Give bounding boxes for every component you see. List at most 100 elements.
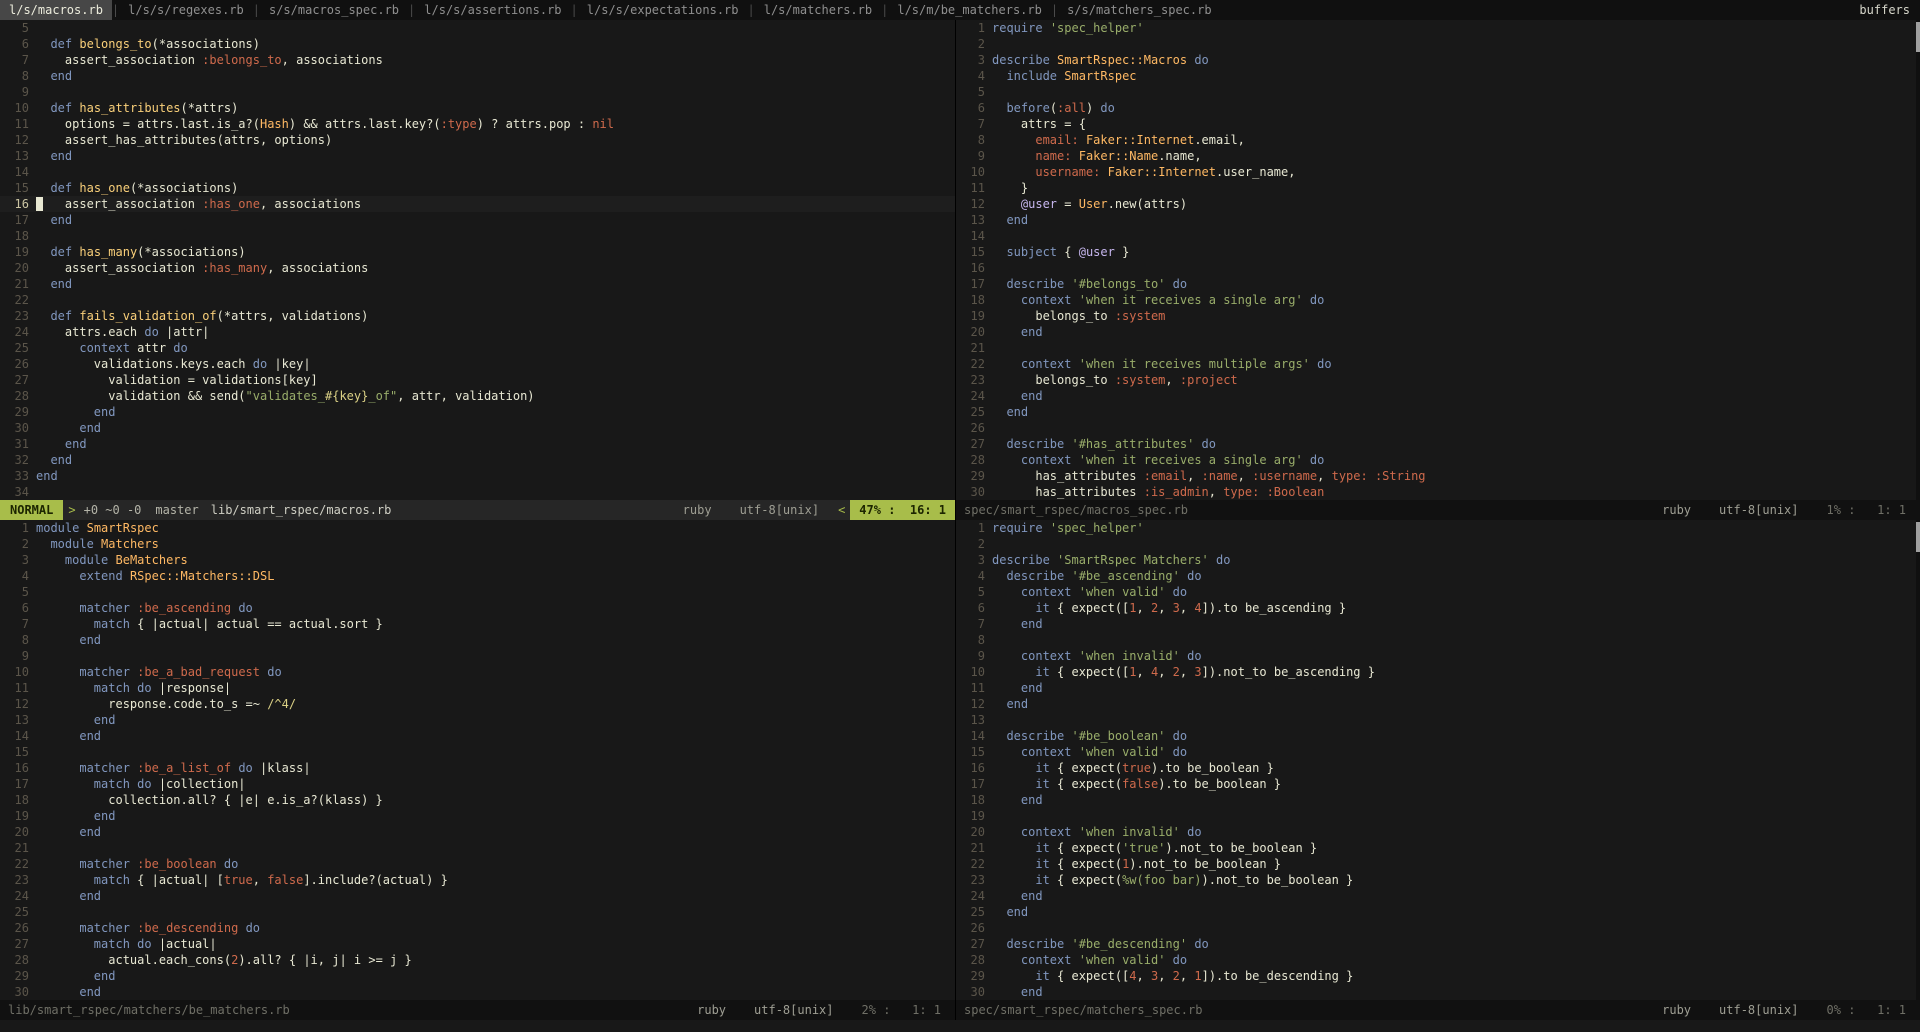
line-number: 11	[970, 681, 985, 695]
line-number: 15	[14, 745, 29, 759]
line-number: 3	[977, 553, 985, 567]
code-line: 33 end	[0, 468, 955, 484]
code-line: 9 context 'when invalid' do	[956, 648, 1920, 664]
line-number: 30	[14, 985, 29, 999]
code-line: 24 end	[0, 888, 955, 904]
tabline: l/s/macros.rb | l/s/s/regexes.rb | s/s/macro…	[0, 0, 1920, 20]
scrollbar-thumb[interactable]	[1916, 22, 1920, 52]
code-area-be-matchers[interactable]: 1 module SmartRspec 2 module Matchers 3 mod…	[0, 520, 955, 1000]
scrollbar[interactable]	[1916, 20, 1920, 500]
code-line: 14 end	[0, 728, 955, 744]
line-number: 2	[21, 537, 29, 551]
line-number: 15	[970, 745, 985, 759]
line-number: 7	[21, 53, 29, 67]
tab-l-s-s-regexes-rb[interactable]: l/s/s/regexes.rb	[119, 0, 253, 20]
filetype-indicator: ruby	[1662, 1003, 1692, 1017]
line-number: 16	[14, 197, 29, 211]
code-line: 8 end	[0, 68, 955, 84]
line-number: 13	[970, 213, 985, 227]
code-line: 27 match do |actual|	[0, 936, 955, 952]
line-number: 13	[14, 713, 29, 727]
line-number: 20	[14, 825, 29, 839]
code-line: 2	[956, 36, 1920, 52]
filetype-indicator: ruby	[682, 503, 712, 517]
line-number: 6	[977, 101, 985, 115]
pane-macros-spec: 1 require 'spec_helper' 2 3 describe SmartRs…	[956, 20, 1920, 500]
code-line: 22 it { expect(1).not_to be_boolean }	[956, 856, 1920, 872]
tab-s-s-macros-spec-rb[interactable]: s/s/macros_spec.rb	[260, 0, 408, 20]
tab-l-s-s-assertions-rb[interactable]: l/s/s/assertions.rb	[415, 0, 570, 20]
code-line: 1 require 'spec_helper'	[956, 520, 1920, 536]
scrollbar[interactable]	[1916, 520, 1920, 1000]
line-number: 6	[21, 601, 29, 615]
line-number: 4	[21, 569, 29, 583]
line-number: 21	[970, 341, 985, 355]
code-line: 10 it { expect([1, 4, 2, 3]).not_to be_a…	[956, 664, 1920, 680]
line-number: 19	[970, 309, 985, 323]
code-line: 28 actual.each_cons(2).all? { |i, j| i >…	[0, 952, 955, 968]
code-line: 12 end	[956, 696, 1920, 712]
tab-l-s-macros-rb[interactable]: l/s/macros.rb	[0, 0, 112, 20]
code-line: 11 end	[956, 680, 1920, 696]
line-number: 28	[970, 953, 985, 967]
code-area-macros[interactable]: 56 def belongs_to(*associations) 7 assert…	[0, 20, 955, 500]
code-line: 15 context 'when valid' do	[956, 744, 1920, 760]
code-line: 3 describe SmartRspec::Macros do	[956, 52, 1920, 68]
mode-indicator: NORMAL	[0, 500, 64, 520]
line-number: 13	[970, 713, 985, 727]
line-number: 18	[970, 793, 985, 807]
line-number: 25	[970, 405, 985, 419]
code-line: 7 attrs = {	[956, 116, 1920, 132]
line-number: 26	[14, 921, 29, 935]
line-number: 24	[14, 889, 29, 903]
code-line: 5	[0, 20, 955, 36]
line-number: 5	[977, 85, 985, 99]
code-line: 10 username: Faker::Internet.user_name,	[956, 164, 1920, 180]
code-line: 28 context 'when valid' do	[956, 952, 1920, 968]
code-line: 21	[0, 840, 955, 856]
code-line: 31 end	[0, 436, 955, 452]
file-path: lib/smart_rspec/matchers/be_matchers.rb	[8, 1003, 290, 1017]
code-line: 16 assert_association :has_one, associat…	[0, 196, 955, 212]
code-line: 15 def has_one(*associations)	[0, 180, 955, 196]
command-line[interactable]	[0, 1020, 1920, 1032]
tab-l-s-m-be-matchers-rb[interactable]: l/s/m/be_matchers.rb	[888, 0, 1051, 20]
code-line: 23 belongs_to :system, :project	[956, 372, 1920, 388]
line-number: 17	[970, 277, 985, 291]
tab-l-s-s-expectations-rb[interactable]: l/s/s/expectations.rb	[578, 0, 748, 20]
line-number: 6	[977, 601, 985, 615]
line-number: 8	[977, 133, 985, 147]
code-line: 5	[0, 584, 955, 600]
code-line: 30 has_attributes :is_admin, type: :Bool…	[956, 484, 1920, 500]
line-number: 14	[14, 165, 29, 179]
line-number: 21	[970, 841, 985, 855]
code-line: 12 response.code.to_s =~ /^4/	[0, 696, 955, 712]
code-line: 25 end	[956, 404, 1920, 420]
line-number: 22	[970, 357, 985, 371]
code-line: 14	[956, 228, 1920, 244]
code-line: 20 assert_association :has_many, associa…	[0, 260, 955, 276]
line-number: 11	[970, 181, 985, 195]
statusline-macros: NORMAL > +0 ~0 -0 master lib/smart_rspec…	[0, 500, 955, 520]
code-line: 19	[956, 808, 1920, 824]
code-area-macros-spec[interactable]: 1 require 'spec_helper' 2 3 describe SmartRs…	[956, 20, 1920, 500]
tab-separator: |	[747, 3, 755, 17]
code-line: 11 match do |response|	[0, 680, 955, 696]
scrollbar-thumb[interactable]	[1916, 522, 1920, 552]
line-number: 2	[977, 37, 985, 51]
line-number: 14	[970, 729, 985, 743]
code-line: 26	[956, 920, 1920, 936]
tab-l-s-matchers-rb[interactable]: l/s/matchers.rb	[755, 0, 881, 20]
pane-be-matchers: 1 module SmartRspec 2 module Matchers 3 mod…	[0, 520, 955, 1000]
line-number: 4	[977, 569, 985, 583]
line-number: 24	[970, 889, 985, 903]
line-number: 8	[21, 69, 29, 83]
line-number: 30	[970, 485, 985, 499]
code-line: 9	[0, 84, 955, 100]
line-number: 26	[14, 357, 29, 371]
code-line: 28 validation && send("validates_#{key}_…	[0, 388, 955, 404]
tab-separator: |	[570, 3, 578, 17]
code-line: 11 }	[956, 180, 1920, 196]
tab-s-s-matchers-spec-rb[interactable]: s/s/matchers_spec.rb	[1058, 0, 1221, 20]
code-area-matchers-spec[interactable]: 1 require 'spec_helper' 2 3 describe 'SmartR…	[956, 520, 1920, 1000]
